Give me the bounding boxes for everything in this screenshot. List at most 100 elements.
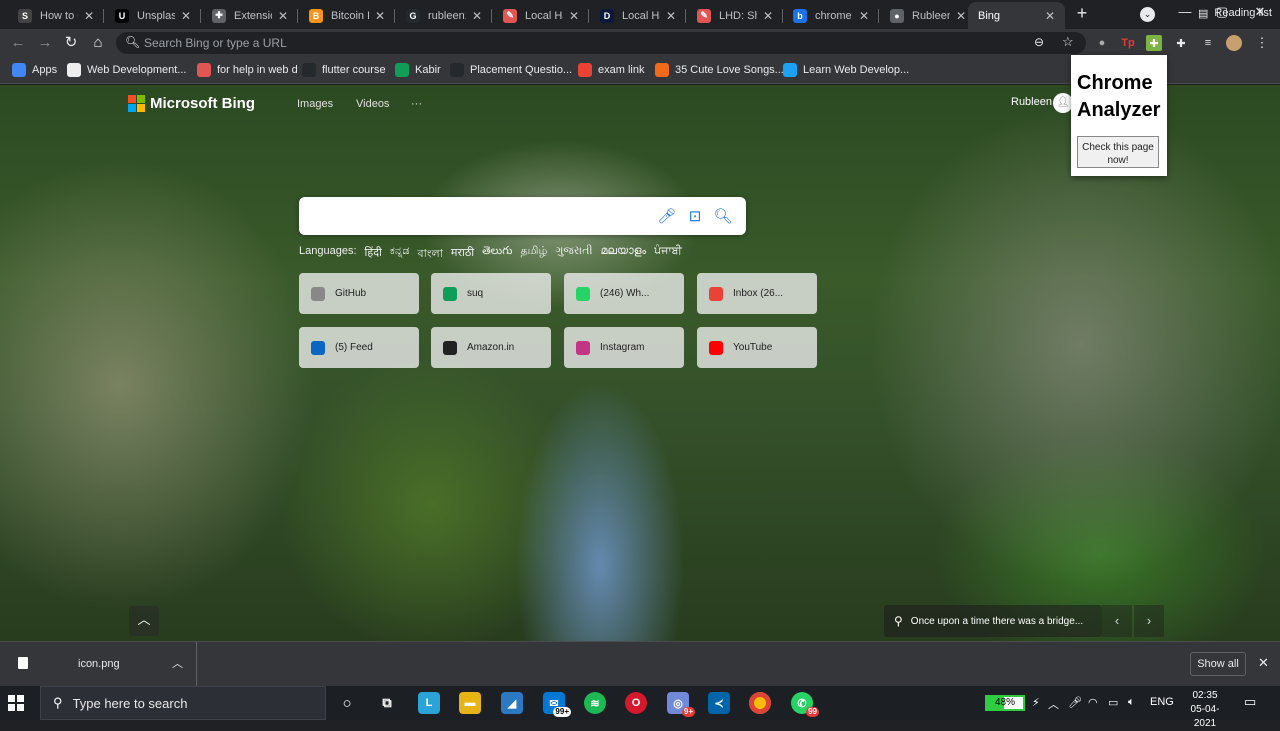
check-page-button[interactable]: Check this page now! [1077,136,1159,168]
language-link[interactable]: മലയാളം [601,245,647,264]
new-tab-button[interactable]: + [1072,4,1092,24]
tab-close-icon[interactable]: ✕ [179,9,193,23]
image-caption[interactable]: ⚲ Once upon a time there was a bridge... [884,605,1102,637]
download-item[interactable]: icon.png ︿ [0,642,197,686]
language-link[interactable]: ಕನ್ನಡ [390,245,410,264]
chevron-up-icon[interactable]: ︿ [172,655,183,671]
zoom-icon[interactable]: ⊖ [1034,35,1044,49]
chrome-icon[interactable] [749,692,771,714]
whatsapp-icon[interactable]: ✆ 99 [791,692,819,717]
tab-close-icon[interactable]: ✕ [567,9,581,23]
bookmark-item[interactable]: flutter course [302,62,386,78]
tab-close-icon[interactable]: ✕ [857,9,871,23]
bookmark-item[interactable]: Kabir [395,62,441,78]
tab-close-icon[interactable]: ✕ [954,9,968,23]
microphone-icon[interactable]: 🎤︎ [1068,696,1082,709]
bing-search-box[interactable]: 🎤︎ ⊡ 🔍︎ [299,197,746,235]
tab-close-icon[interactable]: ✕ [82,9,96,23]
taskbar-search-input[interactable] [72,695,313,711]
language-link[interactable]: తెలుగు [482,245,512,264]
taskbar-search[interactable]: ⚲ [40,686,326,720]
bookmark-item[interactable]: for help in web d [197,62,298,78]
minimize-button[interactable]: — [1170,4,1200,22]
tab[interactable]: b chrome e ✕ [783,2,879,29]
language-link[interactable]: हिंदी [365,245,382,264]
tab-close-icon[interactable]: ✕ [664,9,678,23]
task-view-icon[interactable]: ⧉ [376,692,398,714]
user-avatar-icon[interactable]: 👤︎ [1053,93,1073,113]
microphone-icon[interactable]: 🎤︎ [657,207,677,227]
tab[interactable]: ✎ Local Ha ✕ [493,2,589,29]
menu-kebab-icon[interactable]: ⋮ [1254,35,1270,51]
input-language[interactable]: ENG [1150,696,1174,708]
notifications-icon[interactable]: ▭ [1244,694,1256,710]
clock[interactable]: 02:35 05-04-2021 [1180,689,1230,731]
home-button[interactable]: ⌂ [88,33,108,53]
spotify-icon[interactable]: ≋ [584,692,606,714]
tab-search-icon[interactable]: ⌄ [1140,7,1155,22]
wifi-icon[interactable]: ◠ [1088,696,1098,709]
top-site-tile[interactable]: (5) Feed [299,327,419,368]
windows-start-icon[interactable] [8,695,24,711]
tab-close-icon[interactable]: ✕ [373,9,387,23]
bookmark-item[interactable]: 35 Cute Love Songs... [655,62,784,78]
extensions-puzzle-icon[interactable]: ✚ [1173,35,1189,51]
chevron-up-icon[interactable]: ︿ [129,606,159,636]
bookmark-item[interactable]: Web Development... [67,62,186,78]
nav-videos[interactable]: Videos [356,98,389,110]
reading-queue-icon[interactable]: ≡ [1200,35,1216,51]
tab-close-icon[interactable]: ✕ [470,9,484,23]
bookmark-item[interactable]: exam link [578,62,644,78]
top-site-tile[interactable]: YouTube [697,327,817,368]
language-link[interactable]: தமிழ் [520,245,547,264]
top-site-tile[interactable]: GitHub [299,273,419,314]
volume-icon[interactable]: 🔈︎ [1128,696,1135,709]
bookmark-item[interactable]: Placement Questio... [450,62,572,78]
tab[interactable]: S How to Cr ✕ [8,2,104,29]
previous-image-button[interactable]: ‹ [1102,605,1132,637]
language-link[interactable]: मराठी [451,245,474,264]
file-explorer-icon[interactable]: ▬ [459,692,481,714]
tab[interactable]: B Bitcoin R ✕ [299,2,395,29]
tab[interactable]: ✚ Extension ✕ [202,2,298,29]
tab[interactable]: ✎ LHD: Sha ✕ [687,2,783,29]
tab-close-icon[interactable]: ✕ [1043,9,1057,23]
omnibox-input[interactable] [144,32,1024,54]
tab-close-icon[interactable]: ✕ [761,9,775,23]
microsoft-bing-logo[interactable]: Microsoft Bing [128,95,255,112]
mail-icon[interactable]: ✉ 99+ [543,692,571,717]
top-site-tile[interactable]: Instagram [564,327,684,368]
extension-tp-icon[interactable]: Tp [1120,35,1136,51]
cortana-icon[interactable]: ○ [336,692,358,714]
opera-icon[interactable]: O [625,692,647,714]
search-submit-icon[interactable]: 🔍︎ [713,207,733,227]
tab-close-icon[interactable]: ✕ [276,9,290,23]
top-site-tile[interactable]: Amazon.in [431,327,551,368]
extension-mic-icon[interactable]: ● [1094,35,1110,51]
app-launcher-icon[interactable]: ◢ [501,692,523,714]
address-bar[interactable]: 🔍︎ ⊖ ☆ [116,32,1086,54]
tab[interactable]: ● Rubleen K ✕ [880,2,976,29]
language-link[interactable]: বাংলা [417,245,442,264]
tab[interactable]: Grubleen1 ✕ [396,2,492,29]
nav-more[interactable]: ··· [411,98,422,110]
top-site-tile[interactable]: Inbox (26... [697,273,817,314]
bing-search-input[interactable] [311,205,641,227]
tab-active[interactable]: Bing ✕ [968,2,1065,29]
top-site-tile[interactable]: (246) Wh... [564,273,684,314]
close-download-bar-icon[interactable]: ✕ [1258,655,1269,671]
discord-icon[interactable]: ◎ 9+ [667,692,695,717]
user-name[interactable]: Rubleen [1011,96,1052,108]
show-all-button[interactable]: Show all [1190,652,1246,676]
chevron-up-icon[interactable]: ︿ [1048,696,1059,712]
next-image-button[interactable]: › [1134,605,1164,637]
nav-images[interactable]: Images [297,98,333,110]
tab[interactable]: U Unsplash ✕ [105,2,201,29]
visual-search-icon[interactable]: ⊡ [685,207,705,227]
extension-analyzer-icon[interactable]: ✚ [1146,35,1162,51]
profile-avatar[interactable] [1226,35,1242,51]
app-l-icon[interactable]: L [418,692,440,714]
reading-list-button[interactable]: ▤ Reading list [1198,5,1272,21]
bookmark-item[interactable]: Apps [12,62,57,78]
bookmark-star-icon[interactable]: ☆ [1062,34,1074,50]
